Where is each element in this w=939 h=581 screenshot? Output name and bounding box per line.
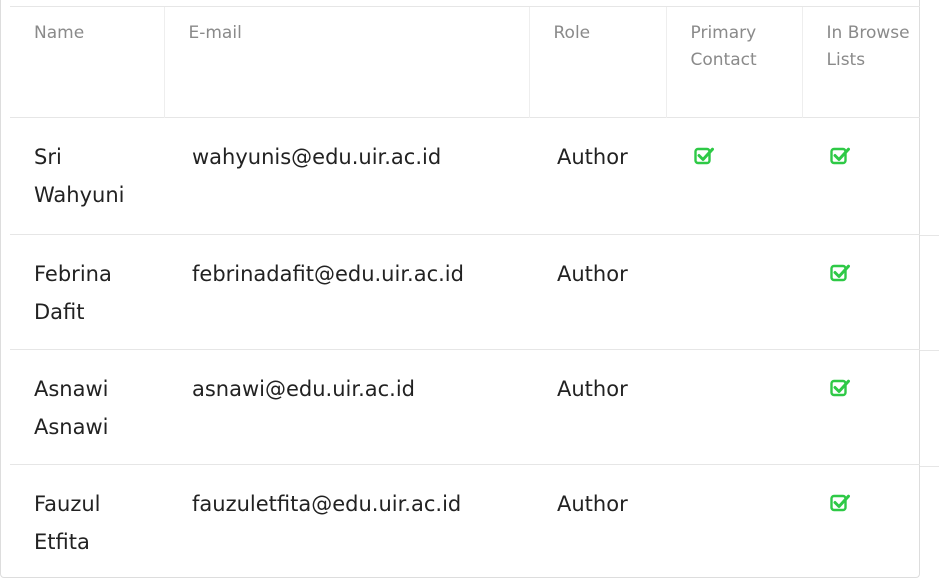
in-browse-lists-cell: [802, 116, 920, 234]
contributor-name: Fauzul Etfita: [10, 463, 164, 579]
contributor-name: Febrina Dafit: [10, 233, 164, 349]
row-divider-ext: [920, 235, 939, 236]
table-body: Sri Wahyuni wahyunis@edu.uir.ac.id Author F…: [10, 116, 920, 579]
row-divider-ext: [920, 466, 939, 467]
primary-contact-cell: [666, 116, 802, 234]
primary-contact-cell: [666, 348, 802, 464]
column-header-primary-contact[interactable]: Primary Contact: [665, 7, 802, 117]
check-square-icon: [694, 146, 714, 166]
in-browse-lists-cell: [802, 233, 920, 349]
check-square-icon: [830, 378, 850, 398]
in-browse-lists-cell: [802, 348, 920, 464]
contributors-table: Name E-mail Role Primary Contact In Brow…: [10, 7, 920, 579]
contributor-email: febrinadafit@edu.uir.ac.id: [164, 233, 529, 349]
contributor-role: Author: [529, 233, 666, 349]
contributor-role: Author: [529, 463, 666, 579]
table-row[interactable]: Febrina Dafit febrinadafit@edu.uir.ac.id A…: [10, 233, 920, 349]
check-square-icon: [830, 146, 850, 166]
contributor-email: asnawi@edu.uir.ac.id: [164, 348, 529, 464]
in-browse-lists-cell: [802, 463, 920, 579]
table-row[interactable]: Fauzul Etfita fauzuletfita@edu.uir.ac.id A…: [10, 463, 920, 579]
contributor-role: Author: [529, 348, 666, 464]
column-header-email[interactable]: E-mail: [163, 7, 529, 117]
column-header-in-browse-lists[interactable]: In Browse Lists: [801, 7, 920, 117]
check-square-icon: [830, 263, 850, 283]
contributor-email: wahyunis@edu.uir.ac.id: [164, 116, 529, 234]
contributor-name: Asnawi Asnawi: [10, 348, 164, 464]
row-divider-ext: [920, 350, 939, 351]
primary-contact-cell: [666, 463, 802, 579]
check-square-icon: [830, 493, 850, 513]
contributor-name: Sri Wahyuni: [10, 116, 164, 234]
primary-contact-cell: [666, 233, 802, 349]
column-header-name[interactable]: Name: [10, 7, 164, 117]
contributor-role: Author: [529, 116, 666, 234]
table-header: Name E-mail Role Primary Contact In Brow…: [10, 7, 920, 117]
contributor-email: fauzuletfita@edu.uir.ac.id: [164, 463, 529, 579]
table-row[interactable]: Asnawi Asnawi asnawi@edu.uir.ac.id Author: [10, 348, 920, 464]
table-row[interactable]: Sri Wahyuni wahyunis@edu.uir.ac.id Author: [10, 116, 920, 234]
column-header-role[interactable]: Role: [528, 7, 666, 117]
